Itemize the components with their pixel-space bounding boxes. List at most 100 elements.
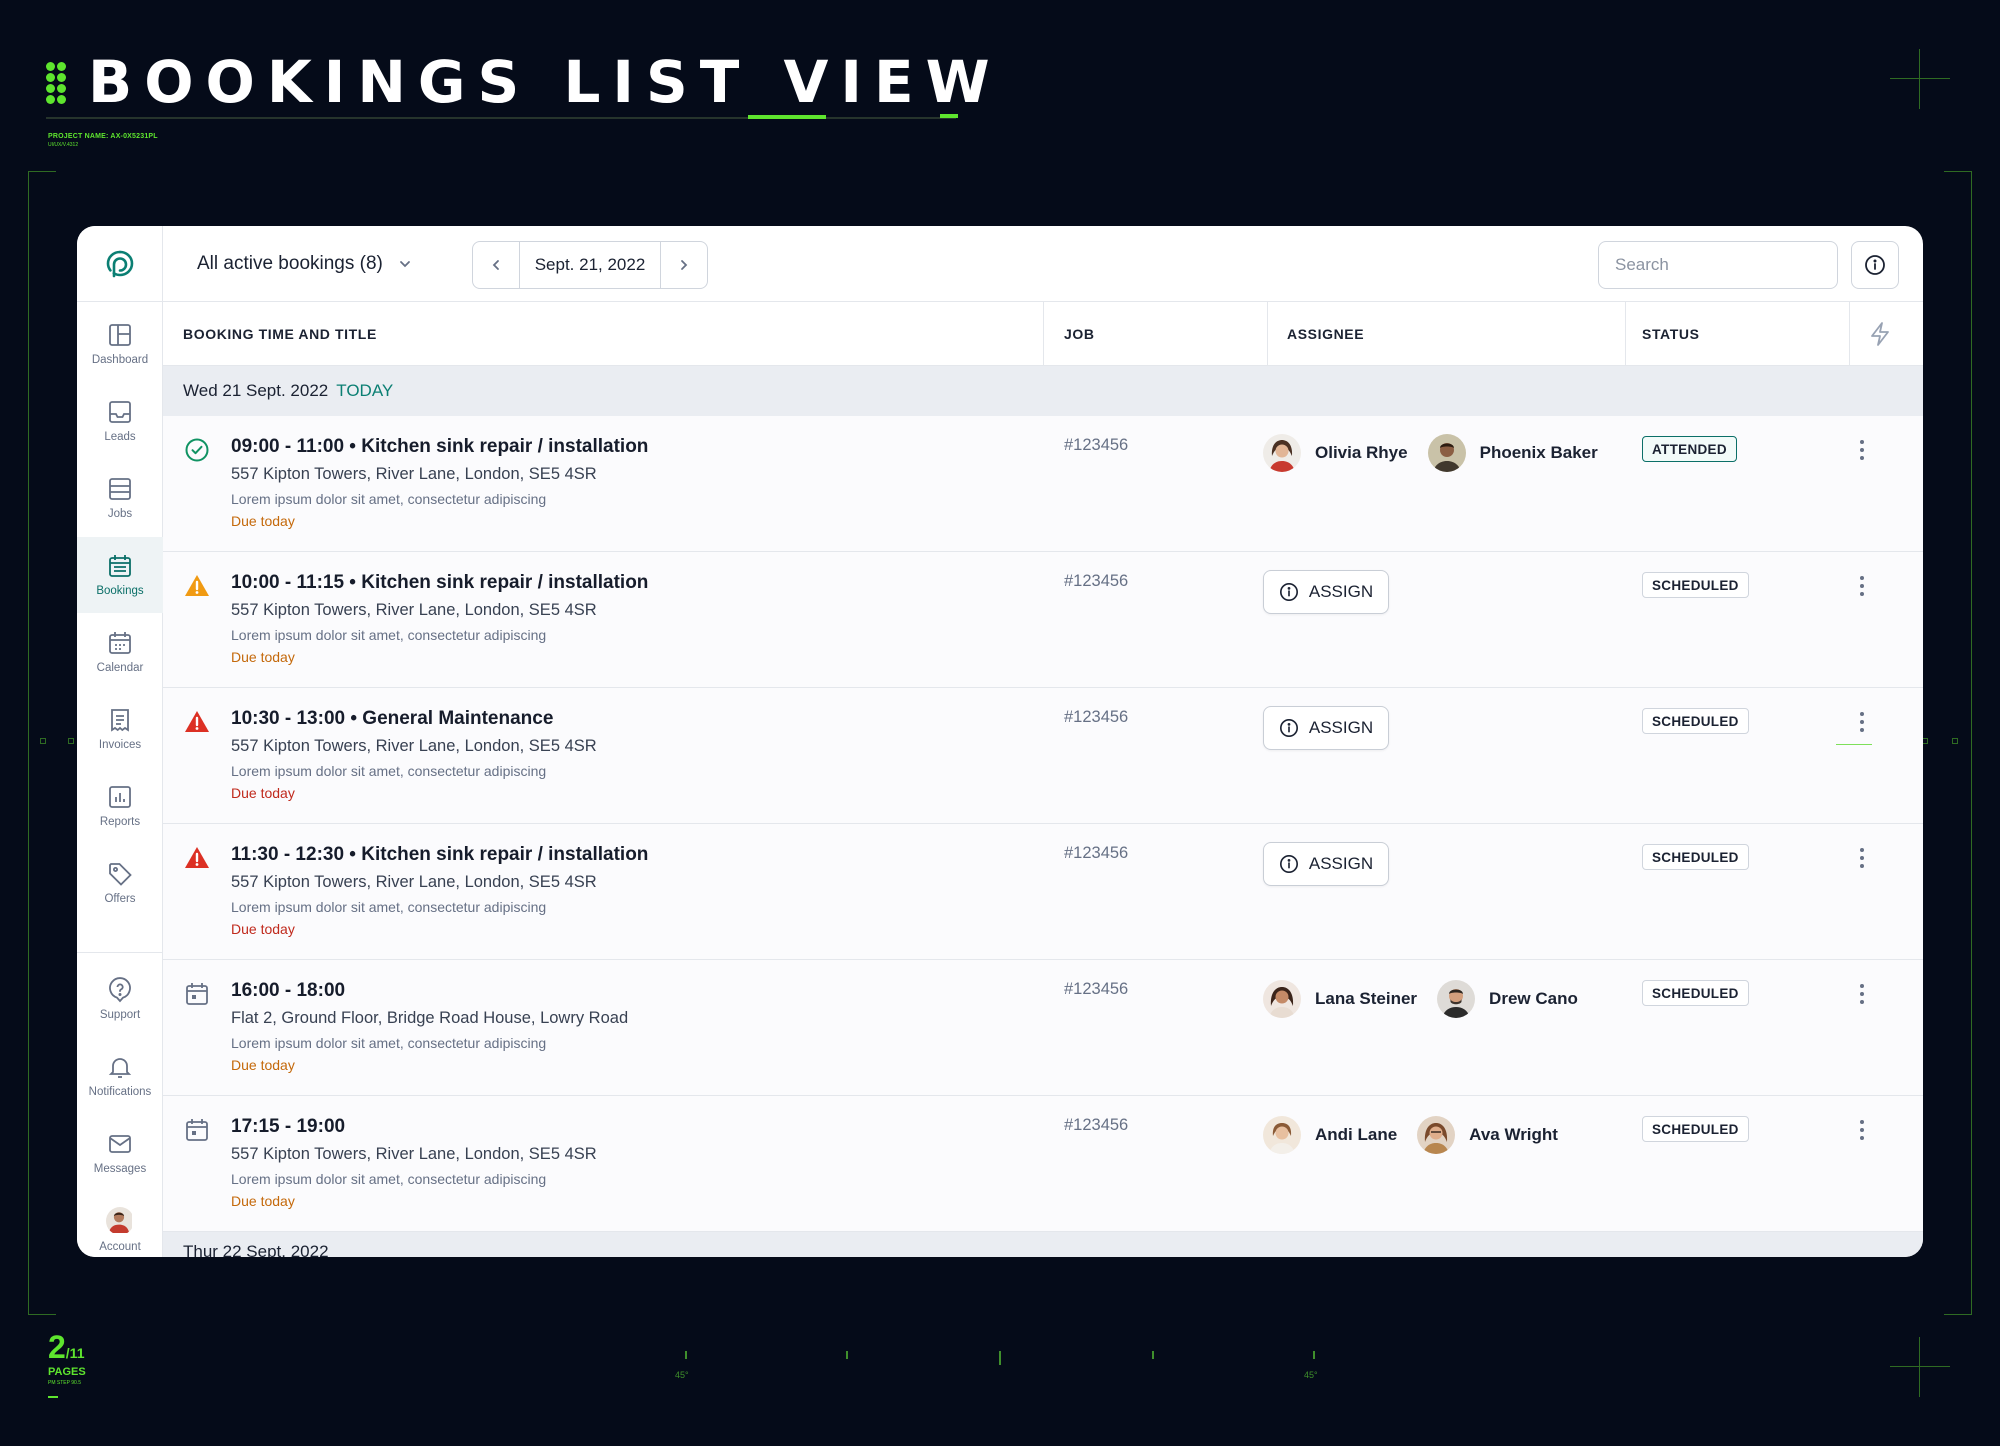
sidebar-item-label: Account [99, 1241, 141, 1253]
column-header-booking[interactable]: BOOKING TIME AND TITLE [183, 302, 377, 366]
assignee[interactable]: Phoenix Baker [1427, 434, 1598, 472]
sidebar-item-label: Offers [104, 893, 136, 905]
bookings-icon [109, 555, 131, 577]
page-counter: 2/11 [48, 1330, 85, 1364]
row-menu-button[interactable] [1850, 1114, 1874, 1146]
project-name: PROJECT NAME: AX-0X5231PL [48, 133, 158, 140]
frame-bracket-right [1944, 171, 1972, 1315]
previous-date-button[interactable] [473, 242, 519, 288]
row-menu-button[interactable] [1850, 570, 1874, 602]
warning-orange-icon [185, 575, 209, 596]
column-divider [1849, 302, 1850, 366]
sidebar-item-jobs[interactable]: Jobs [77, 460, 163, 536]
next-date-button[interactable] [661, 242, 707, 288]
booking-description: Lorem ipsum dolor sit amet, consectetur … [231, 491, 547, 507]
sidebar-item-dashboard[interactable]: Dashboard [77, 306, 163, 382]
assign-label: ASSIGN [1308, 718, 1374, 737]
title-underline-tip [940, 114, 958, 118]
sidebar-item-calendar[interactable]: Calendar [77, 614, 163, 690]
sidebar-item-notifications[interactable]: Notifications [77, 1038, 163, 1114]
calendar-icon [186, 1119, 208, 1141]
info-icon [1865, 255, 1885, 275]
bell-icon [108, 1058, 132, 1078]
assignee-list: Olivia Rhye Phoenix Baker [1263, 434, 1598, 472]
logo-cell[interactable] [77, 226, 163, 302]
frame-marker [1952, 738, 1958, 744]
assignee-name: Ava Wright [1469, 1125, 1558, 1144]
row-menu-button[interactable] [1836, 706, 1874, 745]
ruler-tick [846, 1351, 848, 1359]
due-label: Due today [231, 1057, 295, 1073]
app-logo-icon [106, 250, 134, 277]
calendar-icon [109, 632, 131, 654]
search-box [1598, 241, 1838, 289]
booking-title: 10:30 - 13:00 • General Maintenance [231, 708, 554, 729]
assignee-name: Andi Lane [1315, 1125, 1398, 1144]
table-row[interactable]: 11:30 - 12:30 • Kitchen sink repair / in… [163, 824, 1923, 960]
assign-button[interactable]: ASSIGN [1263, 706, 1389, 750]
job-number[interactable]: #123456 [1064, 980, 1128, 999]
info-button[interactable] [1851, 241, 1899, 289]
calendar-icon [186, 983, 208, 1005]
degree-label: 45° [675, 1370, 689, 1380]
sidebar-item-label: Bookings [96, 585, 144, 597]
booking-title: 10:00 - 11:15 • Kitchen sink repair / in… [231, 572, 649, 593]
current-date[interactable]: Sept. 21, 2022 [519, 242, 661, 288]
sidebar-item-offers[interactable]: Offers [77, 845, 163, 921]
sidebar-item-leads[interactable]: Leads [77, 383, 163, 459]
job-number[interactable]: #123456 [1064, 708, 1128, 727]
search-input[interactable] [1615, 255, 1836, 275]
column-header-assignee[interactable]: ASSIGNEE [1287, 302, 1364, 366]
row-menu-button[interactable] [1850, 434, 1874, 466]
table-row[interactable]: 16:00 - 18:00 Flat 2, Ground Floor, Brid… [163, 960, 1923, 1096]
assignee-list: Andi Lane Ava Wright [1263, 1116, 1558, 1154]
quick-actions-button[interactable] [1868, 302, 1892, 366]
row-menu-button[interactable] [1850, 978, 1874, 1010]
sidebar-item-messages[interactable]: Messages [77, 1115, 163, 1191]
table-row[interactable]: 10:00 - 11:15 • Kitchen sink repair / in… [163, 552, 1923, 688]
status-badge: SCHEDULED [1642, 572, 1749, 598]
assign-button[interactable]: ASSIGN [1263, 570, 1389, 614]
assignee[interactable]: Olivia Rhye [1263, 434, 1408, 472]
assignee-name: Drew Cano [1489, 989, 1578, 1008]
sidebar-item-support[interactable]: Support [77, 961, 163, 1037]
sidebar-item-reports[interactable]: Reports [77, 768, 163, 844]
table-row[interactable]: 17:15 - 19:00 557 Kipton Towers, River L… [163, 1096, 1923, 1232]
assign-label: ASSIGN [1308, 854, 1374, 873]
booking-description: Lorem ipsum dolor sit amet, consectetur … [231, 763, 547, 779]
project-sub: UI/UX/V.4312 [48, 142, 79, 148]
assignee[interactable]: Drew Cano [1437, 980, 1578, 1018]
table-row[interactable]: 10:30 - 13:00 • General Maintenance 557 … [163, 688, 1923, 824]
assignee[interactable]: Ava Wright [1417, 1116, 1558, 1154]
sidebar-item-invoices[interactable]: Invoices [77, 691, 163, 767]
column-header-job[interactable]: JOB [1064, 302, 1095, 366]
showcase-title: BOOKINGS LIST VIEW [88, 48, 1002, 116]
due-label: Due today [231, 785, 295, 801]
bookings-filter-dropdown[interactable]: All active bookings (8) [197, 246, 413, 282]
column-header-status[interactable]: STATUS [1642, 302, 1700, 366]
job-number[interactable]: #123456 [1064, 436, 1128, 455]
sidebar-item-account[interactable]: Account [77, 1192, 163, 1257]
booking-title: 16:00 - 18:00 [231, 980, 346, 1001]
due-label: Due today [231, 649, 295, 665]
job-number[interactable]: #123456 [1064, 572, 1128, 591]
page-current: 2 [48, 1329, 66, 1365]
booking-address: 557 Kipton Towers, River Lane, London, S… [231, 1145, 597, 1163]
assignee[interactable]: Lana Steiner [1263, 980, 1417, 1018]
sidebar-item-label: Messages [93, 1163, 147, 1175]
assign-button[interactable]: ASSIGN [1263, 842, 1389, 886]
row-menu-button[interactable] [1850, 842, 1874, 874]
chevron-left-icon [492, 260, 499, 270]
mail-icon [109, 1135, 131, 1153]
sidebar-item-bookings[interactable]: Bookings [77, 537, 163, 613]
info-icon [1279, 583, 1298, 601]
assignee[interactable]: Andi Lane [1263, 1116, 1397, 1154]
job-number[interactable]: #123456 [1064, 844, 1128, 863]
assignee-list: Lana Steiner Drew Cano [1263, 980, 1578, 1018]
job-number[interactable]: #123456 [1064, 1116, 1128, 1135]
column-divider [1267, 302, 1268, 366]
table-row[interactable]: 09:00 - 11:00 • Kitchen sink repair / in… [163, 416, 1923, 552]
invoice-icon [111, 709, 129, 732]
avatar [1263, 980, 1301, 1018]
title-underline-accent [748, 115, 826, 119]
